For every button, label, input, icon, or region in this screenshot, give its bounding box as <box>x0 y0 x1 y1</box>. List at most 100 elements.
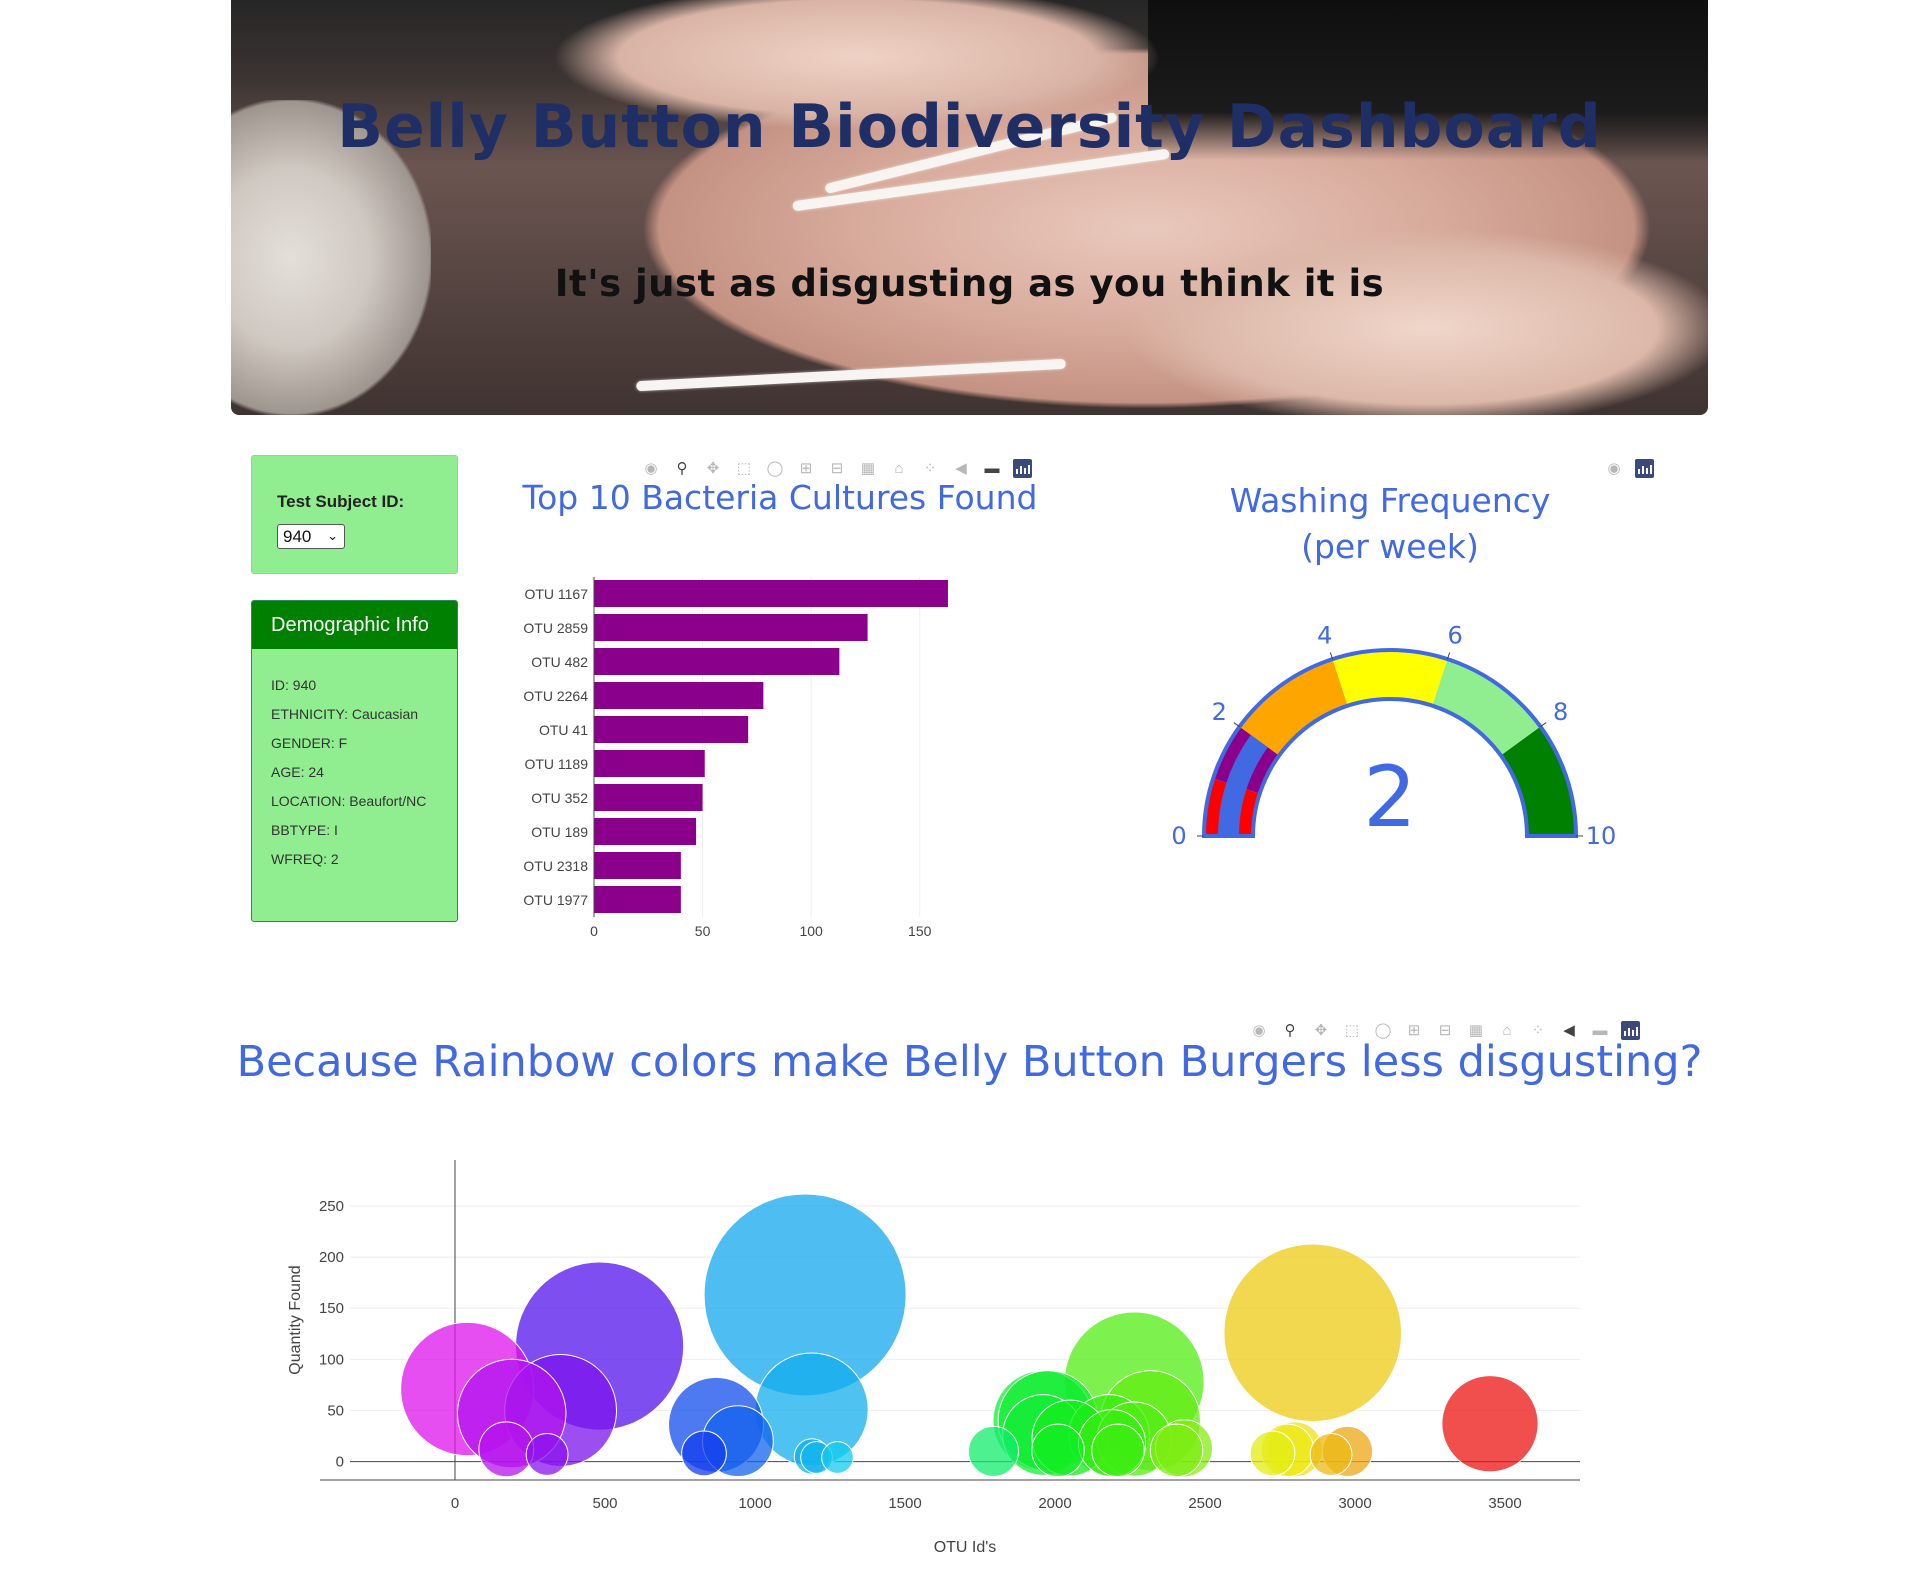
demographic-panel-body: ID: 940 ETHNICITY: Caucasian GENDER: F AGE:… <box>252 649 457 867</box>
demographic-line: AGE: 24 <box>271 764 324 780</box>
demographic-line: WFREQ: 2 <box>271 851 339 867</box>
gauge-chart-modebar: ◉ <box>1604 458 1654 478</box>
bar <box>594 716 749 743</box>
bar <box>594 886 681 913</box>
lasso-icon[interactable]: ◯ <box>765 458 785 478</box>
y-axis-label: Quantity Found <box>287 1265 304 1374</box>
bar <box>594 682 764 709</box>
zoom-icon[interactable]: ⚲ <box>672 458 692 478</box>
x-tick-label: 3000 <box>1338 1495 1371 1512</box>
y-tick-label: OTU 1167 <box>524 586 588 602</box>
y-tick-label: OTU 2318 <box>523 858 588 874</box>
y-tick-label: OTU 1977 <box>523 892 588 908</box>
y-tick-label: OTU 1189 <box>524 756 588 772</box>
x-tick-label: 0 <box>451 1495 459 1512</box>
bar <box>594 852 681 879</box>
page-subtitle: It's just as disgusting as you think it … <box>554 262 1385 305</box>
bubble <box>478 1421 535 1478</box>
y-tick-label: OTU 352 <box>531 790 588 806</box>
hover-closest-icon[interactable]: ◀ <box>951 458 971 478</box>
x-tick-label: 1000 <box>738 1495 771 1512</box>
bubble <box>1149 1423 1204 1478</box>
home-icon[interactable]: ⌂ <box>889 458 909 478</box>
box-select-icon[interactable]: ⬚ <box>734 458 754 478</box>
x-tick-label: 50 <box>695 923 711 939</box>
y-tick-label: 150 <box>319 1300 344 1317</box>
x-tick-label: 500 <box>592 1495 617 1512</box>
gauge-chart-title: Washing Frequency (per week) <box>1150 478 1630 570</box>
subject-select-label: Test Subject ID: <box>277 492 405 511</box>
camera-icon[interactable]: ◉ <box>1604 458 1624 478</box>
bar-chart-title: Top 10 Bacteria Cultures Found <box>522 478 1038 517</box>
x-tick-label: 150 <box>908 923 932 939</box>
bar <box>594 580 948 607</box>
gauge-tick-label: 8 <box>1553 698 1568 726</box>
x-tick-label: 2000 <box>1038 1495 1071 1512</box>
x-axis-label: OTU Id's <box>934 1539 997 1556</box>
subject-id-select[interactable]: 940 ⌄ <box>277 524 345 549</box>
gauge-tick-label: 2 <box>1212 698 1227 726</box>
bar <box>594 648 840 675</box>
y-tick-label: 100 <box>319 1351 344 1368</box>
y-tick-label: 0 <box>336 1454 344 1471</box>
page-title: Belly Button Biodiversity Dashboard <box>337 92 1602 162</box>
bubble <box>1223 1243 1402 1423</box>
bubble-chart: 0501001502002500 500 1000 1500 2000 2500 3000 3… <box>287 1160 1580 1556</box>
y-tick-label: OTU 41 <box>539 722 588 738</box>
gauge-tick-label: 4 <box>1317 621 1332 649</box>
spike-lines-icon[interactable]: ⁘ <box>920 458 940 478</box>
x-tick-label: 1500 <box>888 1495 921 1512</box>
plotly-logo-icon[interactable] <box>1635 458 1654 478</box>
demographic-line: LOCATION: Beaufort/NC <box>271 793 427 809</box>
chevron-down-icon: ⌄ <box>327 528 338 543</box>
y-tick-label: 200 <box>319 1249 344 1266</box>
pan-icon[interactable]: ✥ <box>703 458 723 478</box>
dashboard-page: Belly Button Biodiversity Dashboard It's… <box>0 0 1920 1573</box>
x-tick-label: 3500 <box>1488 1495 1521 1512</box>
bubble <box>1309 1433 1353 1476</box>
y-tick-label: OTU 2859 <box>523 620 588 636</box>
x-tick-label: 0 <box>590 923 598 939</box>
y-tick-label: OTU 482 <box>531 654 588 670</box>
bubble <box>525 1433 569 1476</box>
hover-compare-icon[interactable]: ▬ <box>982 458 1002 478</box>
y-tick-label: OTU 2264 <box>523 688 588 704</box>
x-tick-label: 100 <box>799 923 823 939</box>
demographic-line: ID: 940 <box>271 677 317 693</box>
subject-select-panel: Test Subject ID: 940 ⌄ <box>251 455 458 574</box>
hero-banner: Belly Button Biodiversity Dashboard It's… <box>231 0 1708 415</box>
bubble <box>1031 1423 1085 1478</box>
zoom-in-icon[interactable]: ⊞ <box>796 458 816 478</box>
bubble <box>1249 1430 1296 1477</box>
bubble-chart-title: Because Rainbow colors make Belly Button… <box>236 1037 1703 1087</box>
y-tick-label: 250 <box>319 1198 344 1215</box>
gauge-value-label: 2 <box>1363 748 1416 846</box>
autoscale-icon[interactable]: ▦ <box>858 458 878 478</box>
demographic-panel-header: Demographic Info <box>252 601 457 649</box>
plotly-logo-icon[interactable] <box>1013 458 1032 478</box>
gauge-title-line: Washing Frequency <box>1229 481 1551 520</box>
gauge-title-line: (per week) <box>1301 527 1479 566</box>
camera-icon[interactable]: ◉ <box>641 458 661 478</box>
zoom-out-icon[interactable]: ⊟ <box>827 458 847 478</box>
bubble <box>967 1425 1020 1477</box>
demographic-panel: Demographic Info ID: 940 ETHNICITY: Cauca… <box>251 600 458 922</box>
demographic-line: ETHNICITY: Caucasian <box>271 706 419 722</box>
y-tick-label: OTU 189 <box>531 824 588 840</box>
bubble <box>681 1430 727 1477</box>
gauge-tick-label: 6 <box>1448 621 1463 649</box>
bubble <box>821 1441 854 1474</box>
gauge-chart: 0 2 4 6 8 10 2 <box>1171 621 1617 850</box>
gauge-tick-label: 0 <box>1171 822 1186 850</box>
demographic-line: BBTYPE: I <box>271 822 338 838</box>
bar <box>594 614 868 641</box>
bar <box>594 784 703 811</box>
bar <box>594 818 697 845</box>
x-tick-label: 2500 <box>1188 1495 1221 1512</box>
gauge-tick-label: 10 <box>1586 822 1617 850</box>
y-tick-label: 50 <box>327 1402 344 1419</box>
bubble <box>1091 1423 1145 1478</box>
bar <box>594 750 705 777</box>
bar-chart-modebar: ◉ ⚲ ✥ ⬚ ◯ ⊞ ⊟ ▦ ⌂ ⁘ ◀ ▬ <box>641 458 1032 478</box>
bubble <box>1441 1375 1539 1473</box>
